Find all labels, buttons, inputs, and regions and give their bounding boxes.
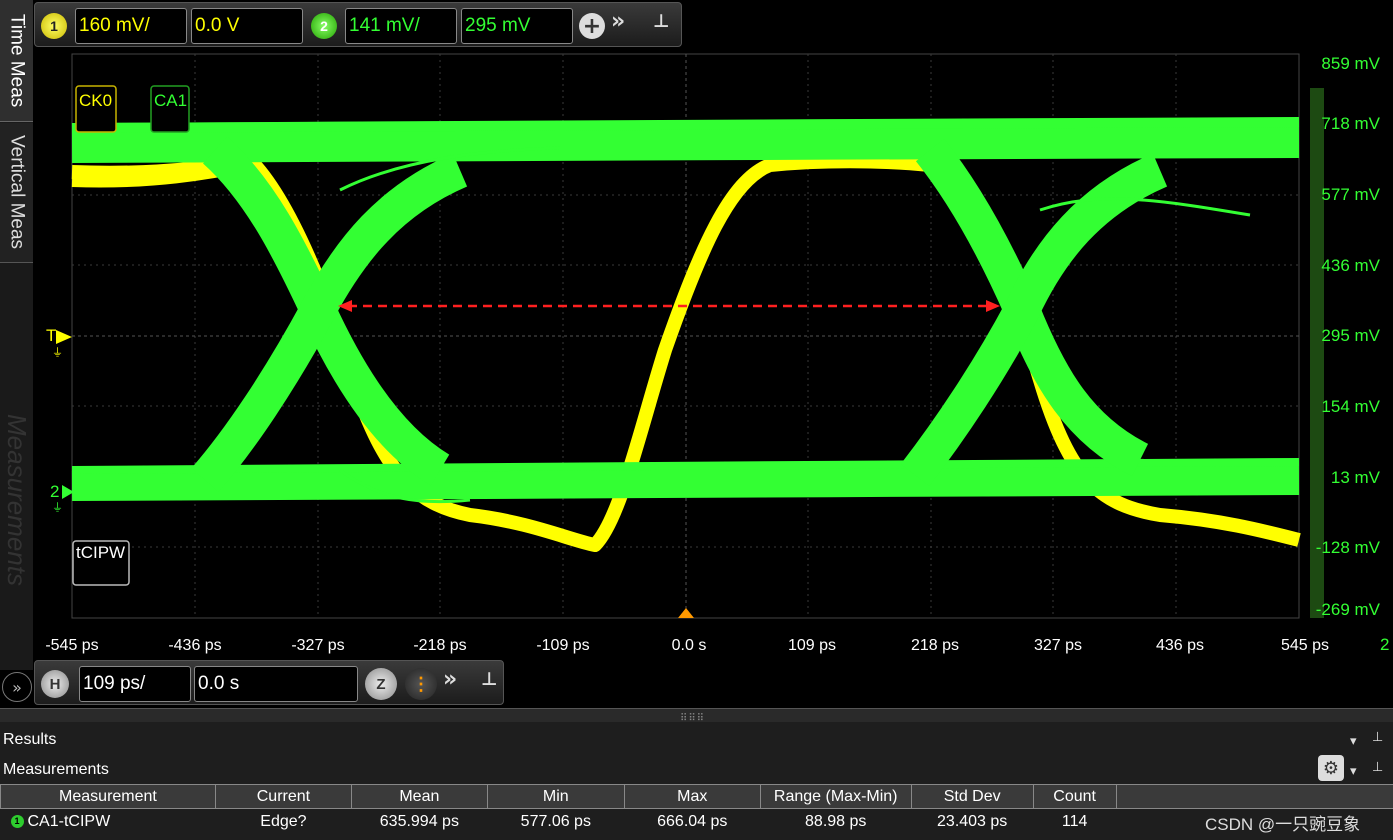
svg-text:⏚: ⏚	[52, 501, 63, 514]
y-tick: 13 mV	[1331, 468, 1381, 487]
svg-text:tCIPW: tCIPW	[76, 543, 125, 562]
channel-1-badge[interactable]: 1	[41, 13, 67, 39]
col-max[interactable]: Max	[623, 784, 761, 809]
add-channel-icon[interactable]: +	[579, 13, 605, 39]
ch2-offset-field[interactable]: 295 mV	[461, 8, 573, 44]
channel-1-dot-icon: 1	[10, 815, 24, 829]
x-tick: -436 ps	[168, 637, 221, 654]
measurements-table: Measurement Current Mean Min Max Range (…	[0, 784, 1393, 835]
x-tick: 545 ps	[1281, 637, 1329, 654]
svg-text:CA1: CA1	[154, 91, 187, 110]
y-tick: -269 mV	[1316, 600, 1381, 619]
count-cell: 114	[1061, 812, 1088, 830]
y-axis-labels: 859 mV 718 mV 577 mV 436 mV 295 mV 154 m…	[1316, 54, 1381, 619]
dropdown-icon[interactable]: ▾	[1350, 734, 1357, 749]
segments-icon[interactable]: ⋮	[405, 668, 437, 700]
svg-text:CK0: CK0	[79, 91, 112, 110]
col-count[interactable]: Count	[1032, 784, 1117, 809]
x-tick: 436 ps	[1156, 637, 1204, 654]
ch2-scale-field[interactable]: 141 mV/	[345, 8, 457, 44]
col-measurement[interactable]: Measurement	[0, 784, 216, 809]
pin-icon[interactable]: ⊥	[653, 11, 669, 32]
svg-text:2: 2	[50, 482, 59, 501]
channel-toolbar: 1 160 mV/ 0.0 V 2 141 mV/ 295 mV + » ⊥	[34, 2, 682, 47]
gear-icon[interactable]: ⚙	[1318, 755, 1344, 781]
measurement-name-cell: 1 CA1-tCIPW	[1, 809, 216, 835]
channel-2-badge[interactable]: 2	[311, 13, 337, 39]
trigger-level-marker[interactable]: T ⏚	[46, 326, 72, 359]
col-min[interactable]: Min	[486, 784, 625, 809]
ch1-offset-field[interactable]: 0.0 V	[191, 8, 303, 44]
min-cell: 577.06 ps	[520, 812, 591, 830]
y-tick: 718 mV	[1321, 114, 1380, 133]
more-chevron-icon[interactable]: »	[611, 9, 625, 34]
zoom-icon[interactable]: Z	[365, 668, 397, 700]
col-std-dev[interactable]: Std Dev	[910, 784, 1034, 809]
current-cell: Edge?	[260, 812, 307, 830]
x-tick: -545 ps	[45, 637, 98, 654]
panel-splitter[interactable]: ⠿⠿⠿	[0, 708, 1393, 724]
right-edge-label: 2	[1380, 635, 1389, 654]
results-title: Results	[3, 731, 57, 748]
mean-cell: 635.994 ps	[379, 812, 459, 830]
eye-diagram-plot: T ⏚ 2 ⏚ CK0 CA1 tCIPW 859 mV 718 mV 577 …	[45, 53, 1389, 654]
col-filler	[1115, 784, 1393, 809]
svg-text:T: T	[46, 326, 56, 345]
more-chevron-icon[interactable]: »	[443, 667, 457, 692]
x-tick: 0.0 s	[672, 637, 707, 654]
pin-icon[interactable]: ⊥	[481, 669, 497, 690]
ca1-label-chip[interactable]: CA1	[150, 85, 190, 133]
x-tick: 327 ps	[1034, 637, 1082, 654]
y-tick: -128 mV	[1316, 538, 1381, 557]
horizontal-toolbar: H 109 ps/ 0.0 s Z ⋮ » ⊥	[34, 660, 504, 705]
x-tick: -327 ps	[291, 637, 344, 654]
max-cell: 666.04 ps	[657, 812, 728, 830]
channel-2-ground-marker[interactable]: 2 ⏚	[50, 482, 74, 514]
pin-icon[interactable]: ⊥	[1372, 730, 1383, 745]
time-position-field[interactable]: 0.0 s	[194, 666, 358, 702]
y-tick: 859 mV	[1321, 54, 1380, 73]
svg-text:⏚: ⏚	[52, 346, 63, 359]
y-tick: 154 mV	[1321, 397, 1380, 416]
pin-icon[interactable]: ⊥	[1372, 760, 1383, 775]
time-scale-field[interactable]: 109 ps/	[79, 666, 191, 702]
col-range[interactable]: Range (Max-Min)	[759, 784, 912, 809]
tcipw-measurement-chip[interactable]: tCIPW	[72, 540, 130, 586]
y-tick: 295 mV	[1321, 326, 1380, 345]
measurements-subtitle: Measurements	[3, 761, 109, 778]
dropdown-icon[interactable]: ▾	[1350, 764, 1357, 779]
x-tick: -109 ps	[536, 637, 589, 654]
ch1-scale-field[interactable]: 160 mV/	[75, 8, 187, 44]
col-mean[interactable]: Mean	[350, 784, 488, 809]
range-cell: 88.98 ps	[805, 812, 867, 830]
y-tick: 577 mV	[1321, 185, 1380, 204]
x-axis-labels: -545 ps -436 ps -327 ps -218 ps -109 ps …	[45, 635, 1389, 654]
results-panel: Results ▾ ⊥ Measurements ⚙ ▾ ⊥ Measureme…	[0, 722, 1393, 840]
x-tick: 218 ps	[911, 637, 959, 654]
y-tick: 436 mV	[1321, 256, 1380, 275]
watermark-text: CSDN @一只豌豆象	[1205, 815, 1361, 834]
horizontal-badge[interactable]: H	[41, 670, 69, 698]
std-dev-cell: 23.403 ps	[937, 812, 1008, 830]
x-tick: 109 ps	[788, 637, 836, 654]
expand-panel-icon[interactable]: »	[2, 672, 32, 702]
col-current[interactable]: Current	[214, 784, 352, 809]
table-row[interactable]: 1 CA1-tCIPW Edge? 635.994 ps 577.06 ps 66…	[1, 809, 1393, 835]
x-tick: -218 ps	[413, 637, 466, 654]
ck0-label-chip[interactable]: CK0	[75, 85, 117, 133]
